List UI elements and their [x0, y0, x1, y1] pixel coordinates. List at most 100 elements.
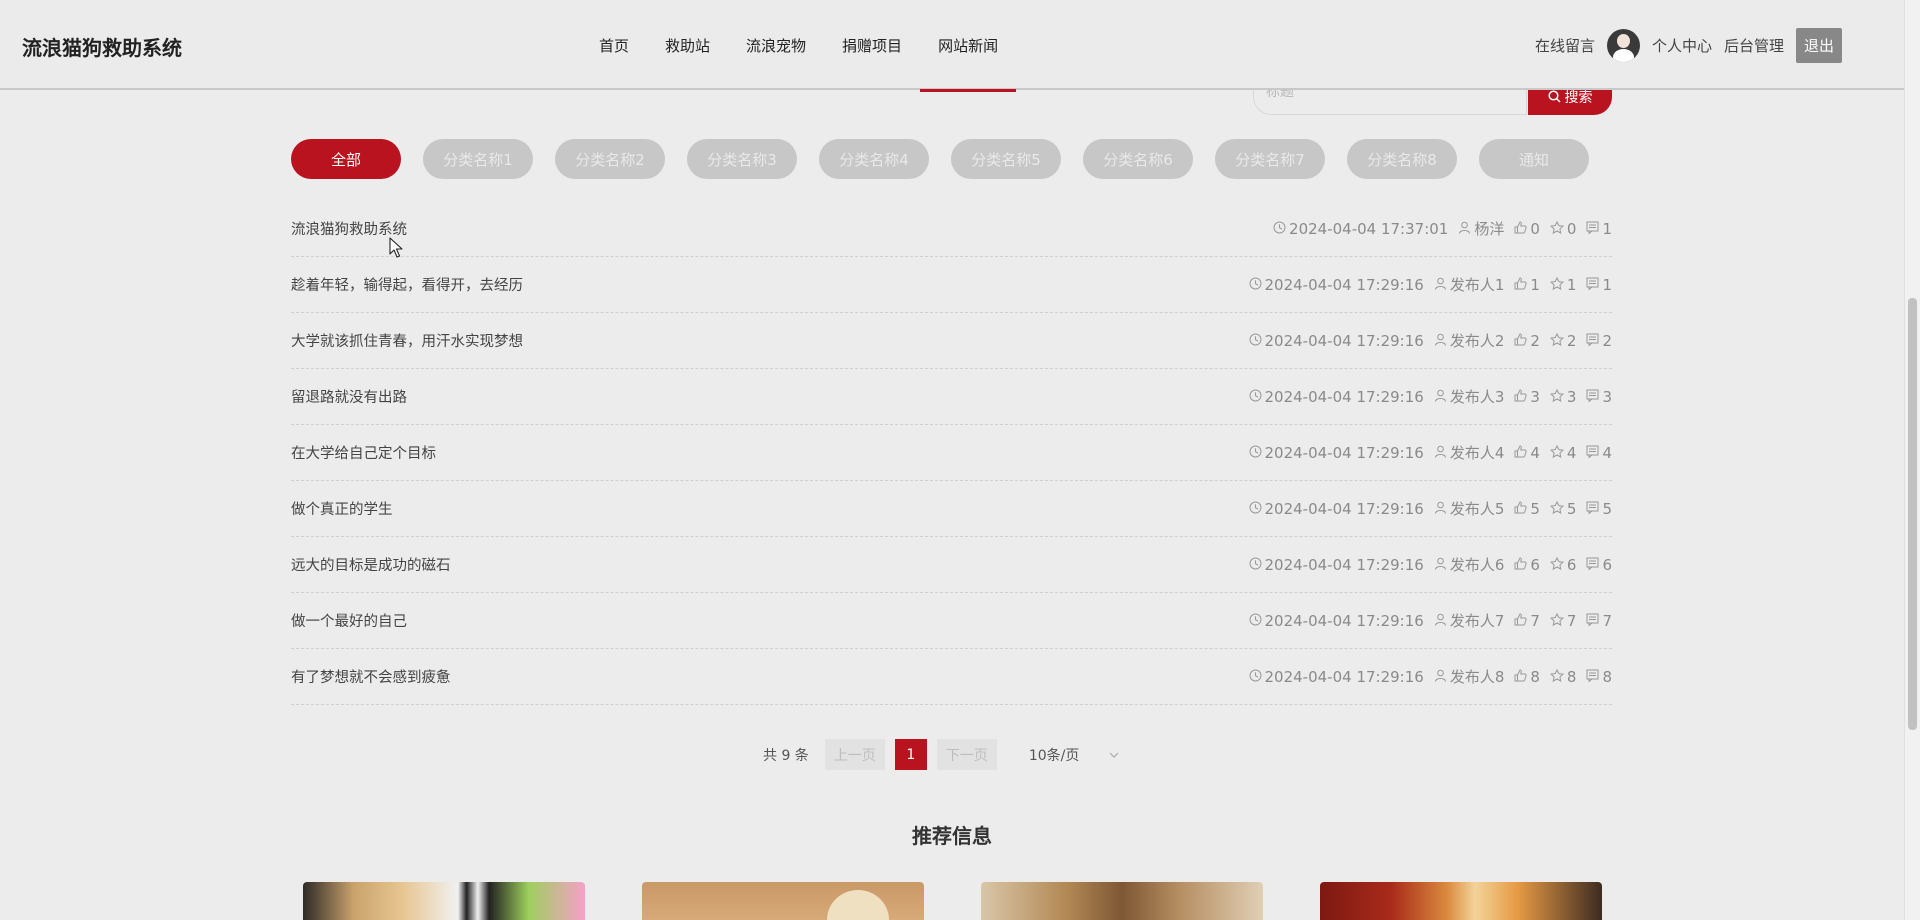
clock-icon: [1273, 220, 1289, 238]
news-comments-value: 2: [1602, 331, 1612, 350]
news-title[interactable]: 在大学给自己定个目标: [291, 442, 436, 463]
news-likes-value: 0: [1530, 219, 1540, 238]
news-row[interactable]: 做个真正的学生 2024-04-04 17:29:16 发布人5 5 5 5: [291, 481, 1612, 537]
news-title[interactable]: 流浪猫狗救助系统: [291, 218, 407, 239]
category-notice[interactable]: 通知: [1479, 139, 1589, 179]
prev-page-button[interactable]: 上一页: [824, 739, 885, 770]
star-icon: [1549, 556, 1567, 574]
nav-item-news[interactable]: 网站新闻: [920, 0, 1017, 92]
site-title[interactable]: 流浪猫狗救助系统: [22, 32, 182, 61]
news-title[interactable]: 有了梦想就不会感到疲惫: [291, 666, 451, 687]
news-comments: 2: [1586, 332, 1612, 350]
news-row[interactable]: 留退路就没有出路 2024-04-04 17:29:16 发布人3 3 3 3: [291, 369, 1612, 425]
user-center-link[interactable]: 个人中心: [1652, 35, 1712, 56]
avatar[interactable]: [1606, 28, 1640, 62]
clock-icon: [1249, 444, 1265, 462]
news-row[interactable]: 大学就该抓住青春，用汗水实现梦想 2024-04-04 17:29:16 发布人2 2…: [291, 313, 1612, 369]
comment-icon: [1586, 668, 1602, 686]
news-title[interactable]: 做一个最好的自己: [291, 610, 407, 631]
search-icon: [1547, 90, 1561, 103]
news-row[interactable]: 在大学给自己定个目标 2024-04-04 17:29:16 发布人4 4 4 4: [291, 425, 1612, 481]
news-favorites: 2: [1549, 332, 1576, 350]
scrollbar-thumb[interactable]: [1908, 298, 1917, 730]
user-icon: [1434, 388, 1450, 406]
star-icon: [1549, 668, 1567, 686]
page-size-select[interactable]: 10条/页: [1029, 745, 1120, 765]
page-size-value: 10条/页: [1028, 747, 1080, 764]
nav-item-donation[interactable]: 捐赠项目: [824, 0, 920, 90]
news-favorites: 5: [1549, 500, 1576, 518]
comment-icon: [1586, 444, 1602, 462]
news-meta: 2024-04-04 17:29:16 发布人7 7 7 7: [1249, 610, 1612, 631]
news-title[interactable]: 趁着年轻，输得起，看得开，去经历: [291, 274, 523, 295]
news-comments: 5: [1586, 500, 1612, 518]
user-icon: [1434, 276, 1450, 294]
news-comments: 4: [1586, 444, 1612, 462]
category-7[interactable]: 分类名称7: [1215, 139, 1325, 179]
news-comments-value: 3: [1602, 387, 1612, 406]
page-scrollbar[interactable]: [1904, 0, 1920, 920]
star-icon: [1549, 332, 1567, 350]
thumbs-up-icon: [1514, 332, 1530, 350]
news-likes-value: 8: [1530, 667, 1540, 686]
recommend-card-image[interactable]: [981, 882, 1263, 920]
category-tabs: 全部 分类名称1 分类名称2 分类名称3 分类名称4 分类名称5 分类名称6 分…: [291, 139, 1611, 179]
recommend-title: 推荐信息: [912, 824, 992, 848]
news-title[interactable]: 大学就该抓住青春，用汗水实现梦想: [291, 330, 523, 351]
news-time-value: 2024-04-04 17:29:16: [1264, 499, 1424, 518]
category-6[interactable]: 分类名称6: [1083, 139, 1193, 179]
comment-icon: [1586, 556, 1602, 574]
recommend-card-image[interactable]: [303, 882, 585, 920]
news-time-value: 2024-04-04 17:29:16: [1264, 555, 1424, 574]
recommend-cards: [303, 882, 1659, 920]
news-favorites: 4: [1549, 443, 1577, 462]
news-comments: 1: [1586, 276, 1612, 294]
nav-item-home[interactable]: 首页: [580, 0, 647, 90]
news-favorites-value: 6: [1566, 555, 1577, 574]
logout-button[interactable]: 退出: [1795, 27, 1842, 63]
news-comments-value: 5: [1602, 499, 1612, 518]
main-nav: 首页 救助站 流浪宠物 捐赠项目 网站新闻: [580, 0, 1017, 92]
user-icon: [1434, 444, 1450, 462]
star-icon: [1549, 276, 1567, 294]
category-8[interactable]: 分类名称8: [1347, 139, 1457, 179]
category-all[interactable]: 全部: [291, 139, 401, 179]
news-title[interactable]: 远大的目标是成功的磁石: [291, 554, 451, 575]
news-favorites-value: 4: [1566, 443, 1577, 462]
clock-icon: [1249, 612, 1265, 630]
news-row[interactable]: 远大的目标是成功的磁石 2024-04-04 17:29:16 发布人6 6 6 6: [291, 537, 1612, 593]
news-time: 2024-04-04 17:29:16: [1249, 276, 1424, 294]
news-favorites-value: 8: [1566, 667, 1577, 686]
category-3[interactable]: 分类名称3: [687, 139, 797, 179]
comment-icon: [1586, 220, 1602, 238]
news-author-value: 发布人2: [1449, 332, 1505, 350]
news-time-value: 2024-04-04 17:37:01: [1289, 219, 1449, 238]
user-icon: [1458, 220, 1474, 238]
news-author-value: 发布人1: [1449, 276, 1505, 294]
clock-icon: [1249, 332, 1265, 350]
online-message-link[interactable]: 在线留言: [1535, 35, 1595, 56]
recommend-card-image[interactable]: [642, 882, 924, 920]
category-1[interactable]: 分类名称1: [423, 139, 533, 179]
news-title[interactable]: 留退路就没有出路: [291, 386, 407, 407]
news-row[interactable]: 做一个最好的自己 2024-04-04 17:29:16 发布人7 7 7 7: [291, 593, 1612, 649]
news-row[interactable]: 流浪猫狗救助系统 2024-04-04 17:37:01 杨洋 0 0 1: [291, 201, 1612, 257]
news-title[interactable]: 做个真正的学生: [291, 498, 393, 519]
clock-icon: [1249, 388, 1265, 406]
nav-item-rescue-station[interactable]: 救助站: [647, 0, 728, 90]
category-4[interactable]: 分类名称4: [819, 139, 929, 179]
next-page-button[interactable]: 下一页: [936, 739, 997, 770]
news-author: 发布人6: [1434, 554, 1504, 575]
nav-item-stray-pets[interactable]: 流浪宠物: [728, 0, 824, 90]
recommend-card-image[interactable]: [1320, 882, 1602, 920]
admin-link[interactable]: 后台管理: [1724, 35, 1784, 56]
star-icon: [1549, 500, 1567, 518]
category-2[interactable]: 分类名称2: [555, 139, 665, 179]
news-favorites-value: 3: [1566, 387, 1577, 406]
page-number-current[interactable]: 1: [894, 739, 927, 770]
category-5[interactable]: 分类名称5: [951, 139, 1061, 179]
news-row[interactable]: 趁着年轻，输得起，看得开，去经历 2024-04-04 17:29:16 发布人1 1…: [291, 257, 1612, 313]
user-icon: [1434, 612, 1450, 630]
news-comments: 7: [1586, 612, 1612, 630]
news-row[interactable]: 有了梦想就不会感到疲惫 2024-04-04 17:29:16 发布人8 8 8 8: [291, 649, 1612, 705]
